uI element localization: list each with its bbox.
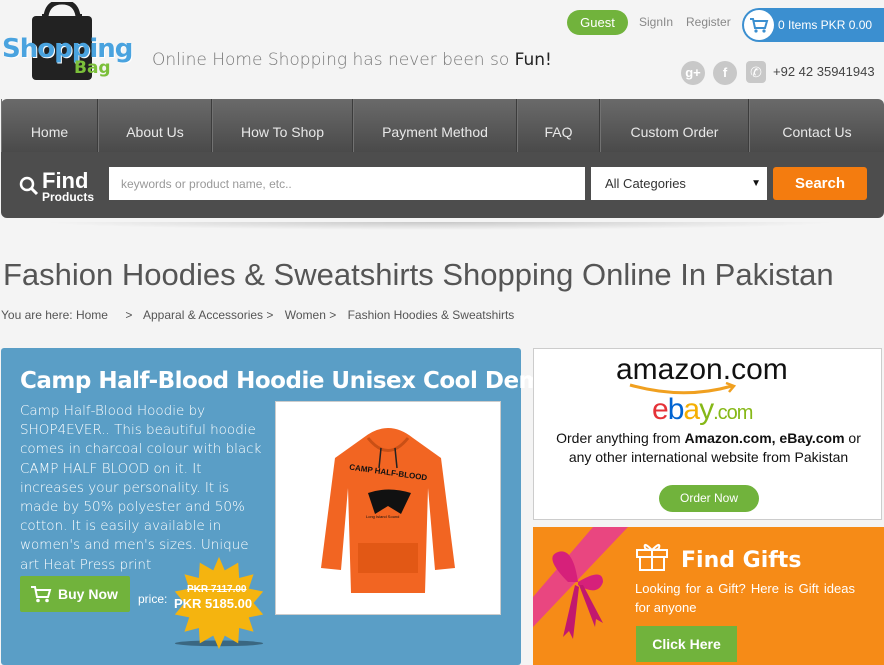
search-bar: Find Products All Categories ▼ Search (1, 152, 884, 218)
amazon-line1: Order anything from (556, 430, 681, 446)
gift-icon (636, 544, 668, 571)
nav-faq[interactable]: FAQ (517, 99, 600, 152)
find-gifts-banner: Find Gifts Looking for a Gift? Here is G… (533, 527, 884, 665)
product-title[interactable]: Camp Half-Blood Hoodie Unisex Cool Dem (20, 368, 543, 394)
nav-custom-order[interactable]: Custom Order (600, 99, 749, 152)
category-selected: All Categories (605, 176, 686, 191)
tagline: Online Home Shopping has never been so F… (152, 50, 552, 70)
price-label: price: (138, 592, 168, 606)
signin-link[interactable]: SignIn (639, 15, 673, 29)
tagline-emphasis: Fun! (514, 50, 552, 70)
breadcrumb-apparel[interactable]: Apparal & Accessories > (143, 308, 273, 322)
breadcrumb-current: Fashion Hoodies & Sweatshirts (347, 308, 515, 322)
product-description: Camp Half-Blood Hoodie by SHOP4EVER.. Th… (20, 403, 262, 573)
breadcrumb: You are here: Home > Apparal & Accessori… (1, 308, 522, 322)
price-old: PKR 7117.00 (187, 584, 247, 595)
gifts-title: Find Gifts (681, 548, 802, 573)
ebay-logo: ebay.com (652, 393, 753, 427)
dropdown-arrow-icon: ▼ (751, 178, 761, 189)
phone-number: +92 42 35941943 (773, 64, 875, 79)
find-sublabel: Products (42, 190, 95, 204)
cart-icon (31, 586, 52, 603)
breadcrumb-separator: > (125, 308, 133, 322)
order-now-button[interactable]: Order Now (659, 485, 759, 512)
google-plus-icon[interactable]: g+ (681, 61, 705, 85)
page-title: Fashion Hoodies & Sweatshirts Shopping O… (3, 257, 834, 292)
facebook-icon[interactable]: f (713, 61, 737, 85)
ribbon-icon (533, 527, 628, 639)
nav-about-us[interactable]: About Us (98, 99, 212, 152)
amazon-description: Order anything from Amazon.com, eBay.com… (544, 429, 873, 467)
search-button[interactable]: Search (773, 167, 867, 200)
hoodie-print-subtext: Long Island Sound (366, 514, 400, 519)
nav-payment-method[interactable]: Payment Method (353, 99, 517, 152)
nav-contact-us[interactable]: Contact Us (749, 99, 884, 152)
logo-text-shopping: Shopping (2, 34, 133, 64)
search-icon (19, 176, 39, 196)
product-image[interactable]: CAMP HALF-BLOOD Long Island Sound (275, 401, 501, 615)
ebay-b: b (667, 393, 685, 426)
amazon-line2-bold: eBay.com (779, 430, 845, 446)
search-input[interactable] (109, 167, 585, 200)
tagline-text: Online Home Shopping has never been so (152, 50, 510, 70)
price-new: PKR 5185.00 (174, 596, 253, 611)
breadcrumb-home[interactable]: You are here: Home (1, 308, 108, 322)
divider-shadow (40, 222, 840, 230)
register-link[interactable]: Register (686, 15, 731, 29)
nav-how-to-shop[interactable]: How To Shop (212, 99, 353, 152)
click-here-button[interactable]: Click Here (636, 626, 737, 662)
ebay-y: y (699, 393, 714, 426)
logo-text-bag: Bag (74, 58, 111, 78)
ebay-a: a (683, 393, 700, 426)
buy-now-button[interactable]: Buy Now (20, 576, 130, 612)
cart-icon (744, 10, 774, 40)
amazon-ebay-banner: amazon.com ebay.com Order anything from … (533, 348, 882, 520)
ebay-e: e (652, 393, 669, 426)
cart-text: 0 Items PKR 0.00 (778, 18, 873, 32)
phone-icon: ✆ (746, 61, 766, 83)
site-logo[interactable]: Shopping Bag (2, 0, 133, 82)
gifts-description: Looking for a Gift? Here is Gift ideas f… (635, 581, 855, 615)
hoodie-image (321, 428, 455, 593)
amazon-line1-bold: Amazon.com, (684, 430, 776, 446)
breadcrumb-women[interactable]: Women > (285, 308, 336, 322)
ebay-com: .com (713, 402, 753, 424)
nav-home[interactable]: Home (1, 99, 98, 152)
featured-product: Camp Half-Blood Hoodie Unisex Cool Dem C… (1, 348, 543, 665)
guest-button[interactable]: Guest (567, 10, 628, 35)
buy-now-label: Buy Now (58, 586, 118, 602)
cart-summary[interactable]: 0 Items PKR 0.00 (742, 8, 884, 42)
category-select[interactable]: All Categories ▼ (591, 167, 767, 200)
main-nav: Home About Us How To Shop Payment Method… (1, 99, 884, 152)
